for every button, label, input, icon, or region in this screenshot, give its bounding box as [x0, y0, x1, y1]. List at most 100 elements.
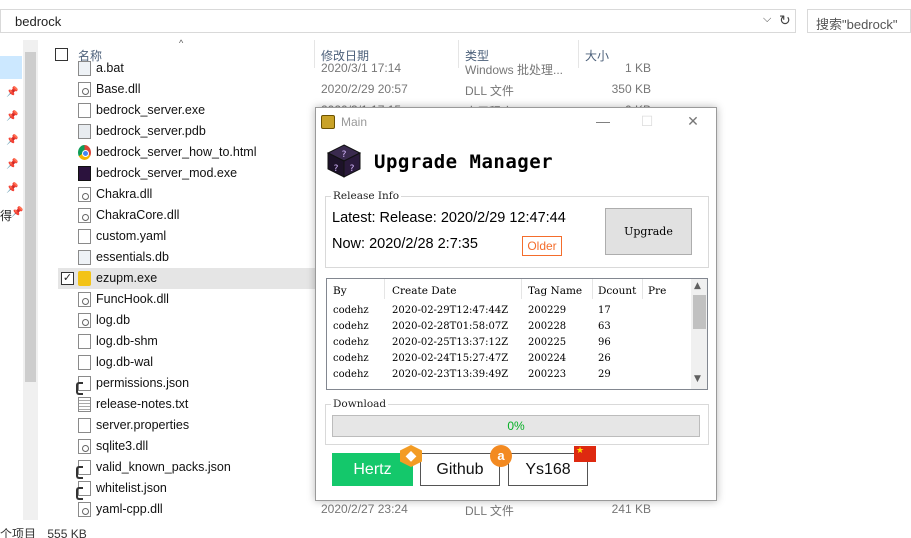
status-bar: 个项目 555 KB: [0, 525, 95, 538]
table-header[interactable]: Create Date: [392, 285, 456, 297]
dll-file-icon: [78, 82, 91, 97]
table-cell: 200228: [528, 321, 567, 332]
table-row[interactable]: codehz 2020-02-24T15:27:47Z 200224 26: [327, 351, 692, 367]
scrollbar-thumb[interactable]: [25, 52, 36, 382]
json-file-icon: [76, 376, 91, 395]
table-header[interactable]: Dcount: [598, 285, 636, 297]
column-divider[interactable]: [592, 279, 593, 299]
file-date: 2020/3/1 17:14: [321, 61, 402, 75]
release-info-legend: Release Info: [333, 190, 400, 202]
refresh-icon[interactable]: ↻: [779, 12, 791, 29]
search-input[interactable]: 搜索"bedrock": [807, 9, 911, 33]
file-name: bedrock_server.pdb: [96, 124, 206, 138]
minimize-button[interactable]: —: [588, 111, 618, 133]
svg-text:?: ?: [334, 164, 339, 174]
file-row[interactable]: a.bat 2020/3/1 17:14 Windows 批处理... 1 KB: [58, 58, 663, 79]
table-cell: 96: [598, 337, 611, 348]
file-name: sqlite3.dll: [96, 439, 149, 453]
table-cell: codehz: [333, 369, 369, 380]
table-cell: 2020-02-23T13:39:49Z: [392, 369, 509, 380]
table-row[interactable]: codehz 2020-02-23T13:39:49Z 200223 29: [327, 367, 692, 383]
file-size: 1 KB: [624, 61, 651, 75]
item-count-label: 个项目: [0, 527, 37, 538]
address-bar[interactable]: bedrock ⌵ ↻: [0, 9, 796, 33]
address-path[interactable]: bedrock: [15, 14, 61, 29]
file-name: log.db: [96, 313, 131, 327]
table-header[interactable]: Pre: [648, 285, 666, 297]
file-size: 350 KB: [611, 82, 651, 96]
release-table[interactable]: By Create Date Tag Name Dcount Pre codeh…: [326, 278, 708, 390]
file-icon: [78, 355, 91, 370]
svg-text:?: ?: [350, 164, 355, 174]
column-divider[interactable]: [642, 279, 643, 299]
json-file-icon: [76, 460, 91, 479]
chevron-up-icon[interactable]: ▲: [694, 281, 701, 291]
file-name: valid_known_packs.json: [96, 460, 231, 474]
batch-file-icon: [78, 61, 91, 76]
table-header[interactable]: Tag Name: [528, 285, 582, 297]
upgrade-manager-window: Main — ☐ ✕ ? ? ? Upgrade Manager Release…: [315, 107, 717, 501]
table-cell: 200224: [528, 353, 567, 364]
file-icon: [78, 418, 91, 433]
file-date: 2020/2/27 23:24: [321, 502, 408, 516]
table-cell: 200229: [528, 305, 567, 316]
file-row[interactable]: yaml-cpp.dll 2020/2/27 23:24 DLL 文件 241 KB: [58, 499, 663, 520]
file-name: essentials.db: [96, 250, 169, 264]
svg-text:?: ?: [342, 150, 347, 160]
table-cell: codehz: [333, 337, 369, 348]
cube-logo-icon: ? ? ?: [326, 144, 362, 178]
file-name: log.db-shm: [96, 334, 158, 348]
column-divider[interactable]: [521, 279, 522, 299]
file-size: 241 KB: [611, 502, 651, 516]
scrollbar-thumb[interactable]: [693, 295, 706, 329]
table-cell: 2020-02-28T01:58:07Z: [392, 321, 509, 332]
table-cell: 26: [598, 353, 611, 364]
table-row[interactable]: codehz 2020-02-29T12:47:44Z 200229 17: [327, 303, 692, 319]
github-link-button[interactable]: Github: [420, 453, 500, 486]
pin-icon: 📌: [6, 135, 19, 146]
table-cell: 2020-02-24T15:27:47Z: [392, 353, 509, 364]
chrome-icon: [78, 145, 91, 160]
older-badge: Older: [522, 236, 562, 256]
row-checkbox[interactable]: ✓: [61, 272, 74, 285]
dll-file-icon: [78, 187, 91, 202]
db-file-icon: [78, 250, 91, 265]
table-cell: codehz: [333, 305, 369, 316]
close-button[interactable]: ✕: [678, 111, 708, 133]
table-scrollbar[interactable]: ▲ ▼: [691, 279, 707, 389]
table-cell: 63: [598, 321, 611, 332]
file-name: permissions.json: [96, 376, 190, 390]
file-name: bedrock_server_how_to.html: [96, 145, 257, 159]
ezupm-app-icon: [78, 271, 91, 286]
file-name: log.db-wal: [96, 355, 153, 369]
dll-file-icon: [78, 208, 91, 223]
table-row[interactable]: codehz 2020-02-28T01:58:07Z 200228 63: [327, 319, 692, 335]
file-name: release-notes.txt: [96, 397, 189, 411]
nav-item-label[interactable]: 得: [0, 207, 12, 224]
exe-file-icon: [78, 103, 91, 118]
pin-icon: 📌: [6, 159, 19, 170]
dll-file-icon: [78, 502, 91, 517]
file-name: yaml-cpp.dll: [96, 502, 163, 516]
chevron-down-icon[interactable]: ⌵: [763, 13, 771, 26]
file-type: DLL 文件: [465, 504, 514, 518]
nav-selected-item[interactable]: [0, 56, 22, 79]
maximize-button[interactable]: ☐: [632, 111, 662, 133]
file-name: ezupm.exe: [96, 271, 158, 285]
app-icon: [321, 115, 335, 129]
upgrade-button[interactable]: Upgrade: [605, 208, 692, 255]
json-file-icon: [76, 481, 91, 500]
file-date: 2020/2/29 20:57: [321, 82, 408, 96]
window-titlebar[interactable]: Main — ☐ ✕: [316, 108, 716, 136]
column-divider[interactable]: [384, 279, 385, 299]
file-name: whitelist.json: [96, 481, 167, 495]
table-cell: codehz: [333, 353, 369, 364]
chevron-down-icon[interactable]: ▼: [694, 374, 701, 384]
file-icon: [78, 334, 91, 349]
table-header[interactable]: By: [333, 285, 347, 297]
nav-scrollbar[interactable]: [23, 40, 38, 520]
file-name: custom.yaml: [96, 229, 167, 243]
latest-release-text: Latest: Release: 2020/2/29 12:47:44: [332, 210, 566, 226]
table-row[interactable]: codehz 2020-02-25T13:37:12Z 200225 96: [327, 335, 692, 351]
file-row[interactable]: Base.dll 2020/2/29 20:57 DLL 文件 350 KB: [58, 79, 663, 100]
